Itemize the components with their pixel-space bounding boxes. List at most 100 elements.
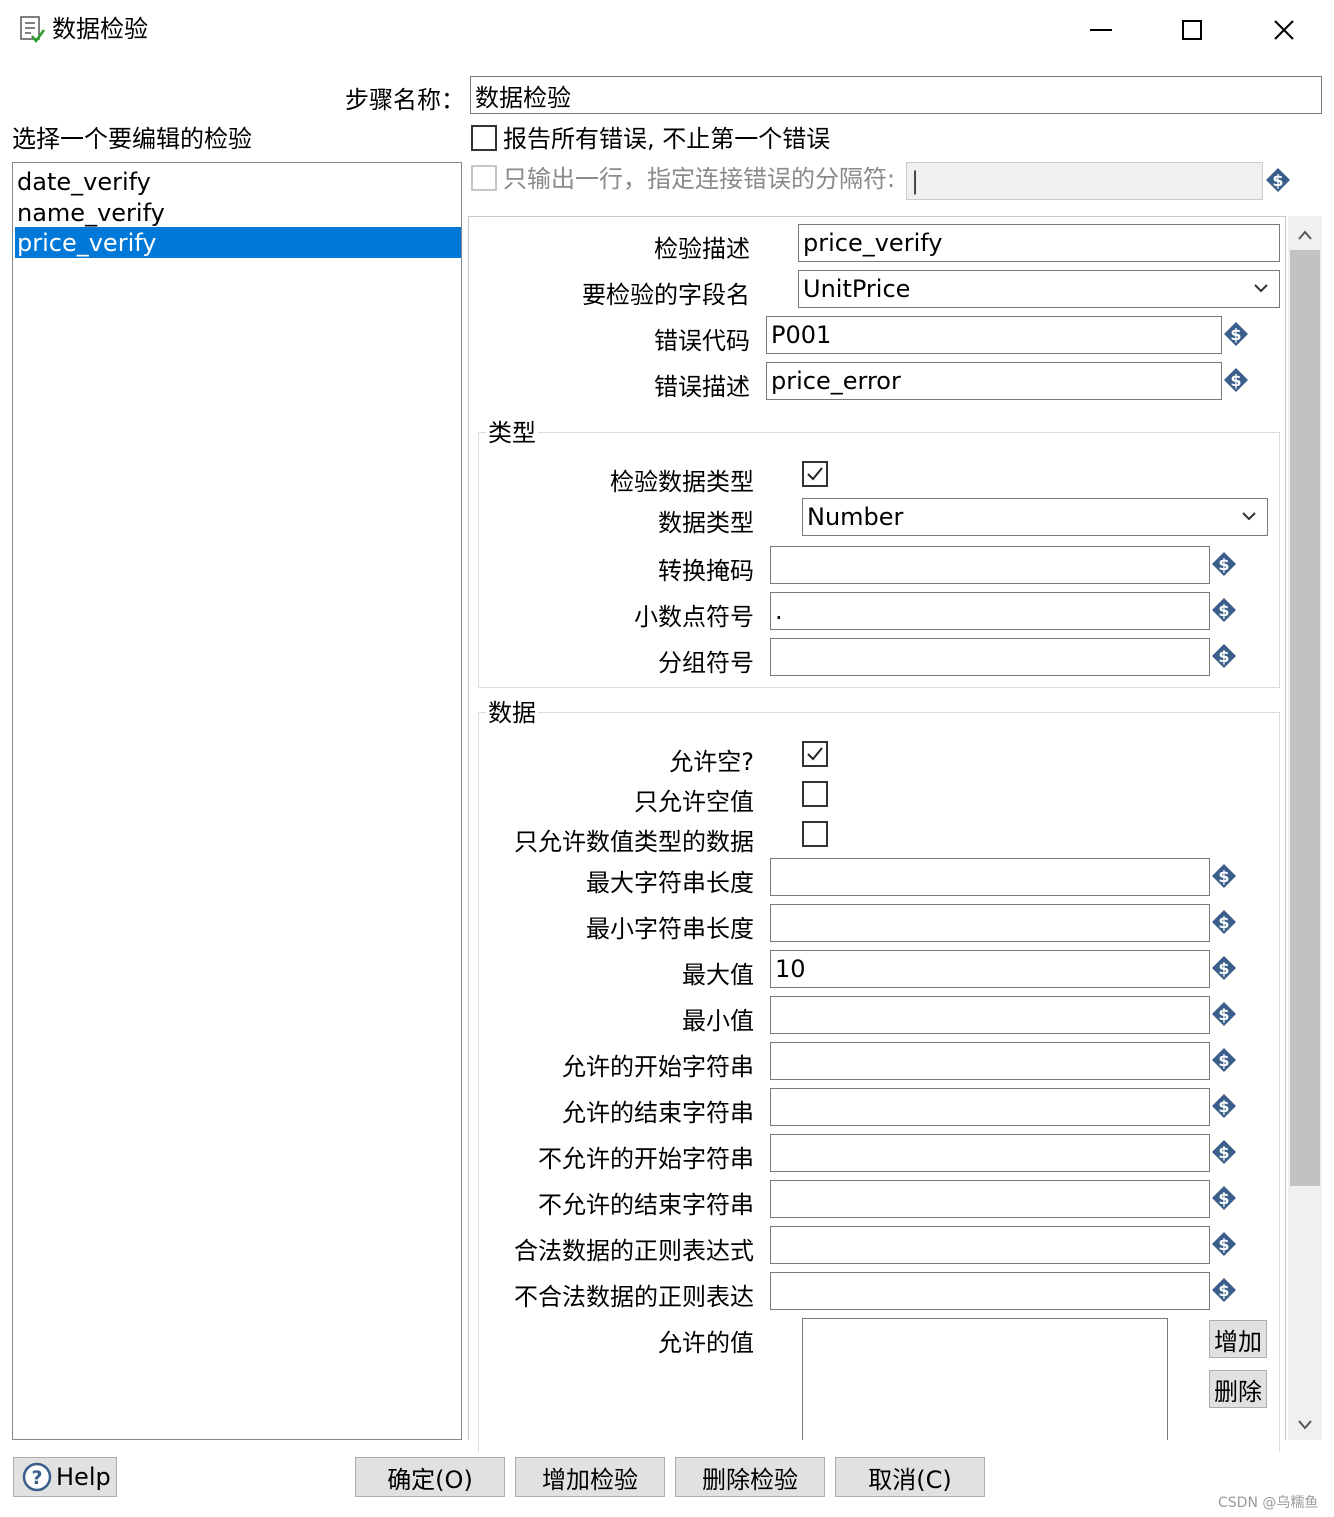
svg-text:$: $ [1218,867,1229,886]
variable-icon[interactable]: $ [1211,863,1237,889]
allow-null-checkbox[interactable] [802,741,828,767]
list-item[interactable]: name_verify [15,197,459,228]
maximize-icon [1182,20,1202,40]
regex-invalid-input[interactable] [770,1272,1210,1310]
variable-icon[interactable]: $ [1211,909,1237,935]
start-allowed-input[interactable] [770,1042,1210,1080]
svg-text:$: $ [1272,171,1283,190]
start-allowed-label: 允许的开始字符串 [562,1053,754,1081]
variable-icon[interactable]: $ [1223,367,1249,393]
variable-icon[interactable]: $ [1265,167,1291,193]
maximize-button[interactable] [1146,0,1238,60]
min-len-input[interactable] [770,904,1210,942]
variable-icon[interactable]: $ [1211,1093,1237,1119]
svg-text:$: $ [1218,959,1229,978]
minimize-icon [1090,29,1112,31]
chevron-down-icon [1242,512,1256,521]
end-disallowed-label: 不允许的结束字符串 [538,1191,754,1219]
scroll-thumb[interactable] [1290,250,1320,1186]
list-item[interactable]: date_verify [15,166,459,197]
end-allowed-label: 允许的结束字符串 [562,1099,754,1127]
variable-icon[interactable]: $ [1211,1185,1237,1211]
min-val-input[interactable] [770,996,1210,1034]
variable-icon[interactable]: $ [1211,1277,1237,1303]
separator-input[interactable]: | [906,162,1263,200]
start-disallowed-input[interactable] [770,1134,1210,1172]
variable-icon[interactable]: $ [1211,551,1237,577]
title-bar: 数据检验 [0,0,1334,62]
allowed-values-list[interactable] [802,1318,1168,1440]
variable-icon[interactable]: $ [1211,643,1237,669]
data-group-title: 数据 [486,699,538,727]
decimal-input[interactable]: . [770,592,1210,630]
cancel-button[interactable]: 取消(C) [835,1457,985,1497]
add-check-button[interactable]: 增加检验 [515,1457,665,1497]
regex-invalid-label: 不合法数据的正则表达 [514,1283,754,1311]
variable-icon[interactable]: $ [1223,321,1249,347]
svg-text:$: $ [1230,325,1241,344]
svg-text:$: $ [1218,1281,1229,1300]
check-type-label: 检验数据类型 [610,468,754,496]
grouping-label: 分组符号 [658,649,754,677]
end-allowed-input[interactable] [770,1088,1210,1126]
variable-icon[interactable]: $ [1211,955,1237,981]
error-code-input[interactable]: P001 [766,316,1222,354]
max-val-input[interactable]: 10 [770,950,1210,988]
one-row-checkbox[interactable] [471,165,497,191]
svg-text:$: $ [1218,1235,1229,1254]
error-desc-input[interactable]: price_error [766,362,1222,400]
minimize-button[interactable] [1055,0,1147,60]
step-name-label: 步骤名称： [345,86,465,114]
conv-mask-label: 转换掩码 [658,557,754,585]
close-button[interactable] [1238,0,1330,60]
end-disallowed-input[interactable] [770,1180,1210,1218]
variable-icon[interactable]: $ [1211,1231,1237,1257]
max-len-label: 最大字符串长度 [586,869,754,897]
max-len-input[interactable] [770,858,1210,896]
decimal-label: 小数点符号 [634,603,754,631]
svg-text:?: ? [31,1467,42,1489]
data-type-value: Number [807,503,904,531]
check-list[interactable]: date_verify name_verify price_verify [12,162,462,1440]
close-icon [1274,20,1294,40]
one-row-label: 只输出一行，指定连接错误的分隔符: [503,165,896,193]
only-null-checkbox[interactable] [802,781,828,807]
start-disallowed-label: 不允许的开始字符串 [538,1145,754,1173]
regex-valid-input[interactable] [770,1226,1210,1264]
variable-icon[interactable]: $ [1211,1047,1237,1073]
variable-icon[interactable]: $ [1211,1139,1237,1165]
app-icon [16,14,46,44]
svg-text:$: $ [1218,555,1229,574]
variable-icon[interactable]: $ [1211,597,1237,623]
desc-input[interactable]: price_verify [798,224,1280,262]
checkmark-icon [807,747,823,761]
svg-text:$: $ [1218,1097,1229,1116]
only-numeric-checkbox[interactable] [802,821,828,847]
svg-text:$: $ [1218,1143,1229,1162]
data-type-select[interactable]: Number [802,498,1268,536]
help-icon: ? [22,1462,52,1492]
svg-text:$: $ [1218,601,1229,620]
chevron-down-icon [1254,284,1268,293]
grouping-input[interactable] [770,638,1210,676]
conv-mask-input[interactable] [770,546,1210,584]
field-name-select[interactable]: UnitPrice [798,270,1280,308]
help-button[interactable]: ? Help [13,1457,117,1497]
scroll-up-icon[interactable] [1297,226,1313,245]
list-item-selected[interactable]: price_verify [15,227,461,258]
step-name-input[interactable]: 数据检验 [470,76,1322,114]
check-type-checkbox[interactable] [802,461,828,487]
allowed-values-label: 允许的值 [658,1329,754,1357]
delete-value-button[interactable]: 删除 [1209,1370,1267,1408]
svg-text:$: $ [1218,647,1229,666]
scroll-down-icon[interactable] [1297,1416,1313,1435]
svg-text:$: $ [1218,913,1229,932]
svg-text:$: $ [1218,1051,1229,1070]
add-value-button[interactable]: 增加 [1209,1320,1267,1358]
ok-button[interactable]: 确定(O) [355,1457,505,1497]
variable-icon[interactable]: $ [1211,1001,1237,1027]
min-len-label: 最小字符串长度 [586,915,754,943]
scrollbar[interactable] [1288,216,1322,1440]
delete-check-button[interactable]: 删除检验 [675,1457,825,1497]
report-all-checkbox[interactable] [471,125,497,151]
